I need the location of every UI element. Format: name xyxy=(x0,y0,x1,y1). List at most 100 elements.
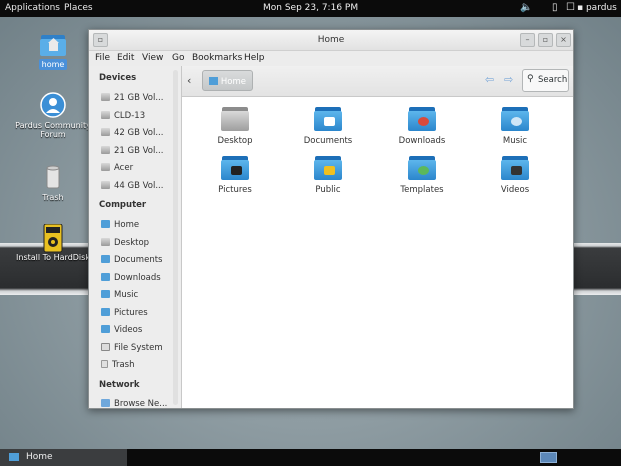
desktop-icon-home[interactable]: home xyxy=(15,31,91,70)
sidebar-item-browse-network[interactable]: Browse Ne... xyxy=(101,399,167,408)
file-name: Templates xyxy=(400,185,444,195)
desktop-icon-label: Trash xyxy=(42,193,64,202)
sidebar-item-pictures[interactable]: Pictures xyxy=(101,308,148,318)
sidebar-item-home[interactable]: Home xyxy=(101,220,139,230)
drive-icon xyxy=(101,128,110,136)
taskbar-item-home[interactable]: Home xyxy=(0,449,127,466)
battery-icon[interactable]: ▯ xyxy=(552,2,558,13)
sidebar-item-device[interactable]: Acer xyxy=(101,163,133,173)
sidebar-item-label: Desktop xyxy=(114,238,150,248)
file-manager-window: ▫ Home – ▫ × File Edit View Go Bookmarks… xyxy=(88,29,574,409)
back-arrow-icon[interactable]: ⇦ xyxy=(485,73,494,86)
sidebar-item-label: 21 GB Vol... xyxy=(114,146,164,156)
toolbar: ‹ Home ⇦ ⇨ ⚲ Search xyxy=(182,66,573,97)
menu-edit[interactable]: Edit xyxy=(117,53,134,63)
file-view: Desktop Documents Downloads Music Pictur… xyxy=(182,97,573,408)
videos-folder-icon xyxy=(501,154,529,180)
sidebar-item-desktop[interactable]: Desktop xyxy=(101,238,149,248)
file-name: Public xyxy=(315,185,341,195)
sidebar-item-device[interactable]: 44 GB Vol... xyxy=(101,181,163,191)
network-icon xyxy=(101,399,110,407)
sidebar-item-music[interactable]: Music xyxy=(101,290,138,300)
sidebar-item-label: Music xyxy=(114,290,139,300)
installer-icon xyxy=(40,223,66,253)
file-name: Desktop xyxy=(217,136,253,146)
volume-icon[interactable]: 🔈 xyxy=(520,2,532,13)
desktop-icon-forum[interactable]: Pardus Community Forum xyxy=(15,92,91,139)
file-item-downloads[interactable]: Downloads xyxy=(387,105,457,146)
file-name: Music xyxy=(502,136,528,146)
pictures-folder-icon xyxy=(101,308,110,316)
places-menu[interactable]: Places xyxy=(64,3,93,13)
templates-folder-icon xyxy=(408,154,436,180)
home-folder-icon xyxy=(9,453,19,461)
downloads-folder-icon xyxy=(101,273,110,281)
menu-bookmarks[interactable]: Bookmarks xyxy=(192,53,242,63)
sidebar-item-downloads[interactable]: Downloads xyxy=(101,273,161,283)
sidebar-item-device[interactable]: CLD-13 xyxy=(101,111,145,121)
title-bar[interactable]: ▫ Home – ▫ × xyxy=(89,30,573,51)
file-system-icon xyxy=(101,343,110,351)
menu-file[interactable]: File xyxy=(95,53,110,63)
menu-bar: File Edit View Go Bookmarks Help xyxy=(89,51,573,66)
menu-go[interactable]: Go xyxy=(172,53,184,63)
file-item-documents[interactable]: Documents xyxy=(293,105,363,146)
sidebar-item-filesystem[interactable]: File System xyxy=(101,343,163,353)
file-item-public[interactable]: Public xyxy=(293,154,363,195)
close-button[interactable]: × xyxy=(556,33,571,47)
sidebar-item-device[interactable]: 21 GB Vol... xyxy=(101,93,163,103)
clock[interactable]: Mon Sep 23, 7:16 PM xyxy=(263,3,358,13)
sidebar-header-network: Network xyxy=(99,380,140,390)
sidebar-item-label: Pictures xyxy=(114,308,148,318)
desktop-icon-label: home xyxy=(38,59,68,70)
window-title: Home xyxy=(317,35,345,45)
trash-icon xyxy=(40,164,66,190)
sidebar-item-videos[interactable]: Videos xyxy=(101,325,142,335)
sidebar-item-label: Browse Ne... xyxy=(114,399,168,408)
file-name: Downloads xyxy=(398,136,446,146)
search-icon: ⚲ xyxy=(527,74,534,84)
desktop-icon-trash[interactable]: Trash xyxy=(15,164,91,202)
public-folder-icon xyxy=(314,154,342,180)
applications-menu[interactable]: Applications xyxy=(5,3,60,13)
back-history-button[interactable]: ‹ xyxy=(187,74,191,87)
search-button[interactable]: ⚲ Search xyxy=(522,69,569,92)
sidebar-item-device[interactable]: 21 GB Vol... xyxy=(101,146,163,156)
file-name: Videos xyxy=(500,185,530,195)
minimize-button[interactable]: – xyxy=(520,33,535,47)
drive-icon xyxy=(101,93,110,101)
sidebar-item-label: Videos xyxy=(114,325,143,335)
documents-folder-icon xyxy=(314,105,342,131)
file-item-music[interactable]: Music xyxy=(480,105,550,146)
menu-help[interactable]: Help xyxy=(244,53,265,63)
home-folder-icon xyxy=(209,77,218,85)
file-name: Pictures xyxy=(218,185,252,195)
file-item-templates[interactable]: Templates xyxy=(387,154,457,195)
sidebar-item-label: File System xyxy=(114,343,163,353)
sidebar-item-trash[interactable]: Trash xyxy=(101,360,134,370)
sidebar-header-devices: Devices xyxy=(99,73,137,83)
accessibility-icon[interactable]: ☐ xyxy=(566,2,575,13)
top-panel: Applications Places Mon Sep 23, 7:16 PM … xyxy=(0,0,621,17)
sidebar-scrollbar[interactable] xyxy=(173,70,178,405)
maximize-button[interactable]: ▫ xyxy=(538,33,553,47)
workspace-switcher[interactable] xyxy=(540,452,557,463)
file-item-desktop[interactable]: Desktop xyxy=(200,105,270,146)
trash-icon xyxy=(101,360,108,368)
file-item-pictures[interactable]: Pictures xyxy=(200,154,270,195)
path-button-home[interactable]: Home xyxy=(202,70,253,91)
documents-folder-icon xyxy=(101,255,110,263)
task-label: Home xyxy=(26,452,53,462)
forward-arrow-icon[interactable]: ⇨ xyxy=(504,73,513,86)
menu-view[interactable]: View xyxy=(142,53,163,63)
user-menu[interactable]: ▪ pardus xyxy=(577,3,617,13)
desktop-icon-installer[interactable]: Install To HardDisk xyxy=(15,223,91,262)
sidebar-item-label: CLD-13 xyxy=(114,111,146,121)
sidebar-item-documents[interactable]: Documents xyxy=(101,255,162,265)
file-item-videos[interactable]: Videos xyxy=(480,154,550,195)
sidebar-item-device[interactable]: 42 GB Vol... xyxy=(101,128,163,138)
music-folder-icon xyxy=(501,105,529,131)
desktop-folder-icon xyxy=(221,105,249,131)
sidebar: Devices 21 GB Vol... CLD-13 42 GB Vol...… xyxy=(89,66,182,408)
drive-icon xyxy=(101,181,110,189)
